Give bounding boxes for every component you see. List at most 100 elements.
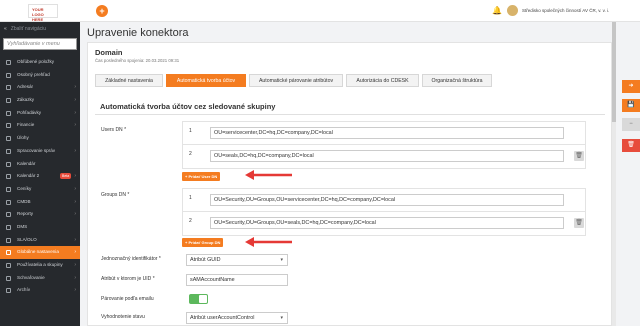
sidebar-item-financie[interactable]: Financie › bbox=[0, 119, 80, 132]
required-mark: * bbox=[152, 276, 155, 282]
sidebar-item-kalendar[interactable]: Kalendár bbox=[0, 158, 80, 171]
uid-attribute-input[interactable]: sAMAccountName bbox=[186, 274, 288, 286]
table-row: 1 OU=Security,OU=Groups,OU=servicecenter… bbox=[183, 189, 585, 212]
groups-dn-input[interactable]: OU=Security,OU=Groups,OU=seals,DC=hq,DC=… bbox=[210, 217, 564, 229]
arrow-right-icon[interactable]: ➜ bbox=[622, 80, 640, 93]
status-evaluation-select[interactable]: Atribút userAccountControl ▾ bbox=[186, 312, 288, 324]
menu-item-icon bbox=[6, 148, 11, 154]
tab-organizational-structure[interactable]: Organizačná štruktúra bbox=[422, 74, 492, 87]
chevron-right-icon: › bbox=[74, 274, 76, 281]
sidebar-item-pouzivatelia-a-skupiny[interactable]: Používatelia a skupiny › bbox=[0, 259, 80, 272]
scrollbar-thumb[interactable] bbox=[612, 22, 616, 122]
tab-automatic-attribute-matching[interactable]: Automatické párovanie atribútov bbox=[249, 74, 343, 87]
sidebar-item-label: Kalendár 2 bbox=[17, 173, 40, 179]
sidebar-item-kalendar-2[interactable]: Kalendár 2 Beta › bbox=[0, 170, 80, 183]
sidebar-item-spracovanie-sprav[interactable]: Spracovanie správ › bbox=[0, 145, 80, 158]
sidebar-item-label: CMDB bbox=[17, 198, 31, 204]
chevron-right-icon: › bbox=[74, 236, 76, 243]
uid-attribute-label: Atribút v ktorom je UID * bbox=[101, 276, 155, 282]
sidebar-item-globalne-nastavenia[interactable]: Globálne nastavenia › bbox=[0, 246, 80, 259]
menu-item-icon bbox=[6, 72, 11, 78]
email-pairing-toggle[interactable] bbox=[189, 294, 208, 304]
sidebar-item-oblubene-polozky[interactable]: Obľúbené položky bbox=[0, 56, 80, 69]
card-title: Domain bbox=[95, 48, 123, 57]
sidebar-item-cmdb[interactable]: CMDB › bbox=[0, 196, 80, 209]
sidebar-item-ceniky[interactable]: Ceníky › bbox=[0, 183, 80, 196]
sidebar-item-label: DMS bbox=[17, 223, 28, 229]
users-dn-input[interactable]: OU=seals,DC=hq,DC=company,DC=local bbox=[210, 150, 564, 162]
chevron-down-icon: ▾ bbox=[280, 315, 283, 321]
chevron-right-icon: › bbox=[74, 211, 76, 218]
chevron-right-icon: › bbox=[74, 262, 76, 268]
sidebar-item-zakazky[interactable]: Zákazky › bbox=[0, 94, 80, 107]
row-number: 1 bbox=[189, 128, 192, 134]
scrollbar[interactable] bbox=[612, 22, 616, 326]
sidebar-item-adresar[interactable]: Adresár › bbox=[0, 81, 80, 94]
users-dn-label: Users DN * bbox=[101, 127, 126, 133]
sidebar-item-label: Úlohy bbox=[17, 135, 29, 141]
trash-icon[interactable]: 🗑 bbox=[574, 218, 584, 228]
unique-id-select[interactable]: Atribút GUID ▾ bbox=[186, 254, 288, 266]
sidebar-item-label: Adresár bbox=[17, 84, 34, 90]
groups-dn-input[interactable]: OU=Security,OU=Groups,OU=servicecenter,D… bbox=[210, 194, 564, 206]
unique-id-value: Atribút GUID bbox=[190, 257, 221, 263]
bell-icon[interactable]: 🔔 bbox=[492, 6, 502, 15]
required-mark: * bbox=[124, 127, 127, 133]
status-evaluation-value: Atribút userAccountControl bbox=[190, 315, 255, 321]
page-title: Upravenie konektora bbox=[87, 27, 189, 39]
sidebar-item-pohladavky[interactable]: Pohľadávky › bbox=[0, 107, 80, 120]
menu-item-icon bbox=[6, 237, 11, 243]
unique-id-label-text: Jednoznačný identifikátor bbox=[101, 256, 158, 262]
menu-item-icon bbox=[6, 85, 11, 91]
status-evaluation-label: Vyhodnotenie stavu bbox=[101, 314, 145, 320]
delete-icon[interactable]: 🗑 bbox=[622, 139, 640, 152]
row-number: 2 bbox=[189, 151, 192, 157]
chevron-right-icon: › bbox=[74, 109, 76, 116]
user-name[interactable]: Středisko společných činností AV ČR, v. … bbox=[522, 8, 609, 13]
menu-item-icon bbox=[6, 123, 11, 129]
sidebar-item-osobny-prehlad[interactable]: Osobný prehľad bbox=[0, 69, 80, 82]
table-row: 2 OU=Security,OU=Groups,OU=seals,DC=hq,D… bbox=[183, 212, 585, 235]
sidebar-item-schvalovanie[interactable]: Schvaľovanie › bbox=[0, 272, 80, 285]
collapse-icon: « bbox=[4, 26, 7, 32]
groups-dn-label: Groups DN * bbox=[101, 192, 129, 198]
sidebar-item-label: Ceníky bbox=[17, 185, 32, 191]
company-logo[interactable]: YOUR LOGO HERE bbox=[28, 4, 58, 22]
tab-basic-settings[interactable]: Základné nastavenia bbox=[95, 74, 163, 87]
menu-item-icon bbox=[6, 60, 11, 65]
sidebar-item-archiv[interactable]: Archív › bbox=[0, 284, 80, 297]
chevron-right-icon: › bbox=[74, 84, 76, 91]
sidebar-item-ulohy[interactable]: Úlohy bbox=[0, 132, 80, 145]
menu-item-icon bbox=[6, 136, 11, 142]
sidebar-item-dms[interactable]: DMS bbox=[0, 221, 80, 234]
menu-item-icon bbox=[6, 161, 11, 167]
chevron-right-icon: › bbox=[74, 173, 76, 180]
collapse-navigation-button[interactable]: «Zbaliť navigáciu bbox=[4, 26, 46, 32]
groups-dn-label-text: Groups DN bbox=[101, 192, 127, 198]
sidebar-item-label: Archív bbox=[17, 287, 31, 293]
required-mark: * bbox=[127, 192, 130, 198]
trash-icon[interactable]: 🗑 bbox=[574, 151, 584, 161]
collapse-label: Zbaliť navigáciu bbox=[10, 26, 47, 32]
chevron-right-icon: › bbox=[74, 97, 76, 104]
users-dn-input[interactable]: OU=servicecenter,DC=hq,DC=company,DC=loc… bbox=[210, 127, 564, 139]
add-user-dn-button[interactable]: + Pridať User DN bbox=[182, 172, 221, 181]
toggle-knob bbox=[199, 295, 207, 303]
sidebar-item-label: Pohľadávky bbox=[17, 109, 42, 115]
menu-item-icon bbox=[6, 288, 11, 294]
avatar[interactable] bbox=[507, 5, 518, 16]
add-button[interactable]: + bbox=[96, 5, 108, 17]
menu-search-input[interactable]: Vyhľadávanie v menu bbox=[3, 38, 77, 50]
sidebar-item-reporty[interactable]: Reporty › bbox=[0, 208, 80, 221]
tab-automatic-account-creation[interactable]: Automatická tvorba účtov bbox=[166, 74, 246, 87]
top-bar: YOUR LOGO HERE + 🔔 Středisko společných … bbox=[0, 0, 640, 22]
sidebar-item-label: Obľúbené položky bbox=[17, 59, 55, 64]
add-group-dn-button[interactable]: + Pridať Group DN bbox=[182, 238, 224, 247]
sidebar: «Zbaliť navigáciu Vyhľadávanie v menu Ob… bbox=[0, 22, 80, 326]
row-number: 2 bbox=[189, 218, 192, 224]
sidebar-item-sla-olo[interactable]: SLA/OLO › bbox=[0, 234, 80, 247]
tab-cdesk-authorization[interactable]: Autorizácia do CDESK bbox=[346, 74, 419, 87]
uid-attribute-label-text: Atribút v ktorom je UID bbox=[101, 276, 152, 282]
save-icon[interactable]: 💾 bbox=[622, 99, 640, 112]
minus-icon[interactable]: − bbox=[622, 118, 640, 131]
